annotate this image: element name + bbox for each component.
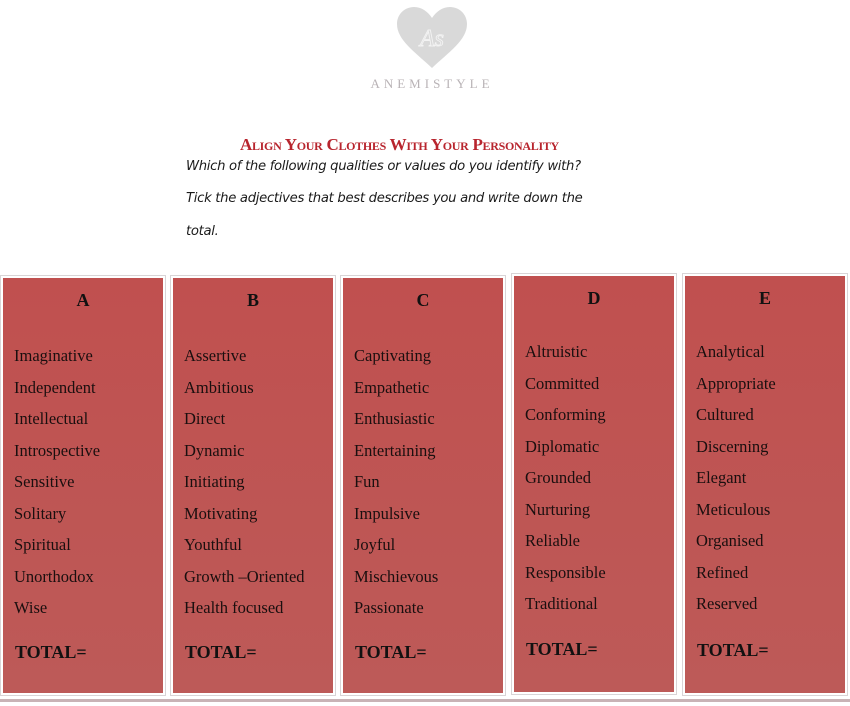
adjective-item[interactable]: Altruistic	[525, 342, 606, 374]
adjective-item[interactable]: Reliable	[525, 531, 606, 563]
page-title: Align Your Clothes With Your Personality	[240, 135, 559, 154]
adjective-item[interactable]: Unorthodox	[14, 567, 100, 599]
adjective-item[interactable]: Solitary	[14, 504, 100, 536]
adjective-item[interactable]: Conforming	[525, 405, 606, 437]
adjective-list: Altruistic Committed Conforming Diplomat…	[525, 342, 606, 626]
adjective-item[interactable]: Discerning	[696, 437, 776, 469]
adjective-item[interactable]: Appropriate	[696, 374, 776, 406]
column-b: B Assertive Ambitious Direct Dynamic Ini…	[173, 278, 333, 693]
column-c: C Captivating Empathetic Enthusiastic En…	[343, 278, 503, 693]
adjective-item[interactable]: Mischievous	[354, 567, 438, 599]
instruction-line-2: Tick the adjectives that best describes …	[186, 191, 583, 206]
column-a: A Imaginative Independent Intellectual I…	[3, 278, 163, 693]
adjective-item[interactable]: Organised	[696, 531, 776, 563]
adjective-item[interactable]: Fun	[354, 472, 438, 504]
adjective-item[interactable]: Empathetic	[354, 378, 438, 410]
column-letter: A	[76, 290, 90, 310]
adjective-item[interactable]: Initiating	[184, 472, 305, 504]
adjective-item[interactable]: Enthusiastic	[354, 409, 438, 441]
adjective-item[interactable]: Refined	[696, 563, 776, 595]
adjective-item[interactable]: Analytical	[696, 342, 776, 374]
adjective-list: Captivating Empathetic Enthusiastic Ente…	[354, 346, 438, 630]
column-d: D Altruistic Committed Conforming Diplom…	[514, 276, 674, 692]
column-letter: B	[246, 290, 259, 310]
adjective-item[interactable]: Dynamic	[184, 441, 305, 473]
adjective-item[interactable]: Committed	[525, 374, 606, 406]
adjective-item[interactable]: Entertaining	[354, 441, 438, 473]
adjective-item[interactable]: Grounded	[525, 468, 606, 500]
adjective-item[interactable]: Health focused	[184, 598, 305, 630]
adjective-item[interactable]: Passionate	[354, 598, 438, 630]
adjective-item[interactable]: Impulsive	[354, 504, 438, 536]
adjective-item[interactable]: Direct	[184, 409, 305, 441]
heart-monogram-icon: As	[397, 7, 467, 68]
total-label[interactable]: TOTAL=	[355, 642, 427, 663]
adjective-item[interactable]: Imaginative	[14, 346, 100, 378]
instruction-line-3: total.	[186, 224, 219, 239]
adjective-list: Imaginative Independent Intellectual Int…	[14, 346, 100, 630]
adjective-item[interactable]: Assertive	[184, 346, 305, 378]
brand-name: ANEMISTYLE	[370, 76, 494, 91]
column-letter: E	[758, 288, 771, 308]
adjective-item[interactable]: Spiritual	[14, 535, 100, 567]
adjective-item[interactable]: Intellectual	[14, 409, 100, 441]
column-letter: D	[587, 288, 601, 308]
adjective-item[interactable]: Ambitious	[184, 378, 305, 410]
adjective-list: Analytical Appropriate Cultured Discerni…	[696, 342, 776, 626]
adjective-item[interactable]: Youthful	[184, 535, 305, 567]
total-label[interactable]: TOTAL=	[185, 642, 257, 663]
bottom-divider	[0, 699, 850, 702]
adjective-item[interactable]: Growth –Oriented	[184, 567, 305, 599]
adjective-item[interactable]: Captivating	[354, 346, 438, 378]
adjective-item[interactable]: Reserved	[696, 594, 776, 626]
total-label[interactable]: TOTAL=	[526, 639, 598, 660]
total-label[interactable]: TOTAL=	[697, 640, 769, 661]
instruction-line-1: Which of the following qualities or valu…	[186, 159, 581, 174]
monogram-text: As	[418, 26, 444, 52]
adjective-item[interactable]: Motivating	[184, 504, 305, 536]
adjective-item[interactable]: Wise	[14, 598, 100, 630]
total-label[interactable]: TOTAL=	[15, 642, 87, 663]
adjective-item[interactable]: Traditional	[525, 594, 606, 626]
adjective-item[interactable]: Responsible	[525, 563, 606, 595]
adjective-item[interactable]: Joyful	[354, 535, 438, 567]
adjective-item[interactable]: Sensitive	[14, 472, 100, 504]
adjective-item[interactable]: Nurturing	[525, 500, 606, 532]
column-letter: C	[416, 290, 430, 310]
adjective-item[interactable]: Elegant	[696, 468, 776, 500]
adjective-list: Assertive Ambitious Direct Dynamic Initi…	[184, 346, 305, 630]
adjective-item[interactable]: Meticulous	[696, 500, 776, 532]
adjective-item[interactable]: Diplomatic	[525, 437, 606, 469]
column-e: E Analytical Appropriate Cultured Discer…	[685, 276, 845, 693]
adjective-item[interactable]: Independent	[14, 378, 100, 410]
adjective-item[interactable]: Introspective	[14, 441, 100, 473]
adjective-item[interactable]: Cultured	[696, 405, 776, 437]
